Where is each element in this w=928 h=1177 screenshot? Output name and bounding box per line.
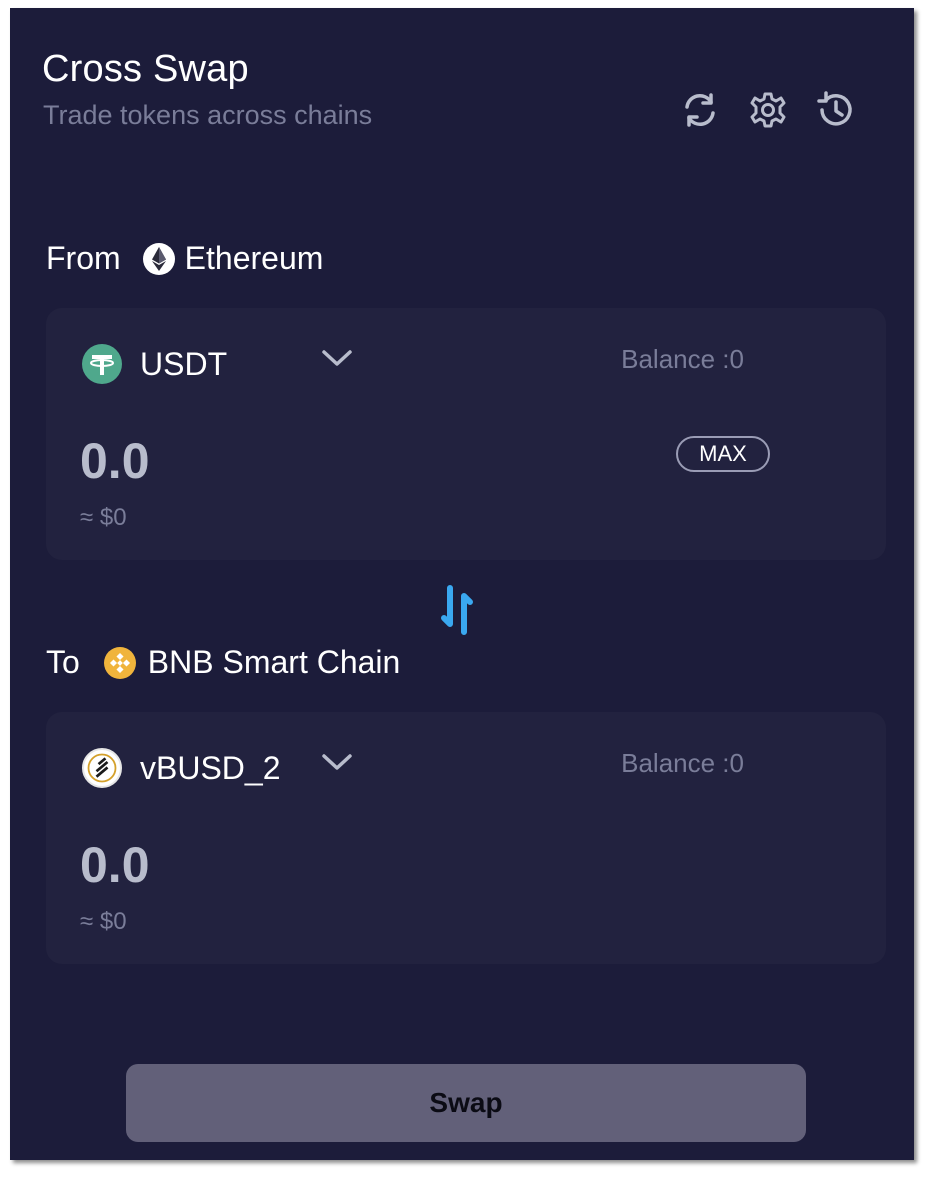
to-usd-value: ≈ $0	[80, 908, 127, 935]
from-token-card: USDT Balance :0 ≈ $0 MAX	[46, 308, 886, 560]
from-chain-name: Ethereum	[184, 240, 324, 276]
from-label: From	[46, 240, 121, 276]
from-amount-input[interactable]	[80, 432, 380, 490]
to-chevron-down-icon[interactable]	[320, 750, 354, 774]
swap-direction-icon[interactable]	[438, 584, 494, 636]
to-balance: Balance :0	[621, 748, 744, 778]
page-title: Cross Swap	[42, 48, 249, 90]
to-chain-row[interactable]: To BNB Smart Chain	[46, 644, 400, 681]
usdt-icon	[82, 344, 122, 384]
to-amount-input[interactable]	[80, 836, 380, 894]
from-token-name: USDT	[140, 345, 228, 382]
max-button[interactable]: MAX	[676, 436, 770, 472]
vbusd-icon	[82, 748, 122, 788]
to-token-name: vBUSD_2	[140, 749, 281, 786]
to-label: To	[46, 644, 80, 680]
to-chain-name: BNB Smart Chain	[147, 644, 401, 680]
history-icon[interactable]	[814, 88, 858, 132]
ethereum-icon	[142, 242, 175, 275]
refresh-icon[interactable]	[678, 88, 722, 132]
to-token-card: vBUSD_2 Balance :0 ≈ $0	[46, 712, 886, 964]
from-chain-row[interactable]: From Ethereum	[46, 240, 323, 277]
from-usd-value: ≈ $0	[80, 504, 127, 531]
from-balance: Balance :0	[621, 344, 744, 374]
from-chevron-down-icon[interactable]	[320, 346, 354, 370]
cross-swap-panel: Cross Swap Trade tokens across chains Fr…	[10, 8, 914, 1160]
page-subtitle: Trade tokens across chains	[43, 100, 373, 130]
from-token-selector[interactable]: USDT	[82, 344, 227, 384]
to-token-selector[interactable]: vBUSD_2	[82, 748, 281, 788]
bnb-icon	[103, 646, 136, 679]
swap-button[interactable]: Swap	[126, 1064, 806, 1142]
settings-icon[interactable]	[746, 88, 790, 132]
